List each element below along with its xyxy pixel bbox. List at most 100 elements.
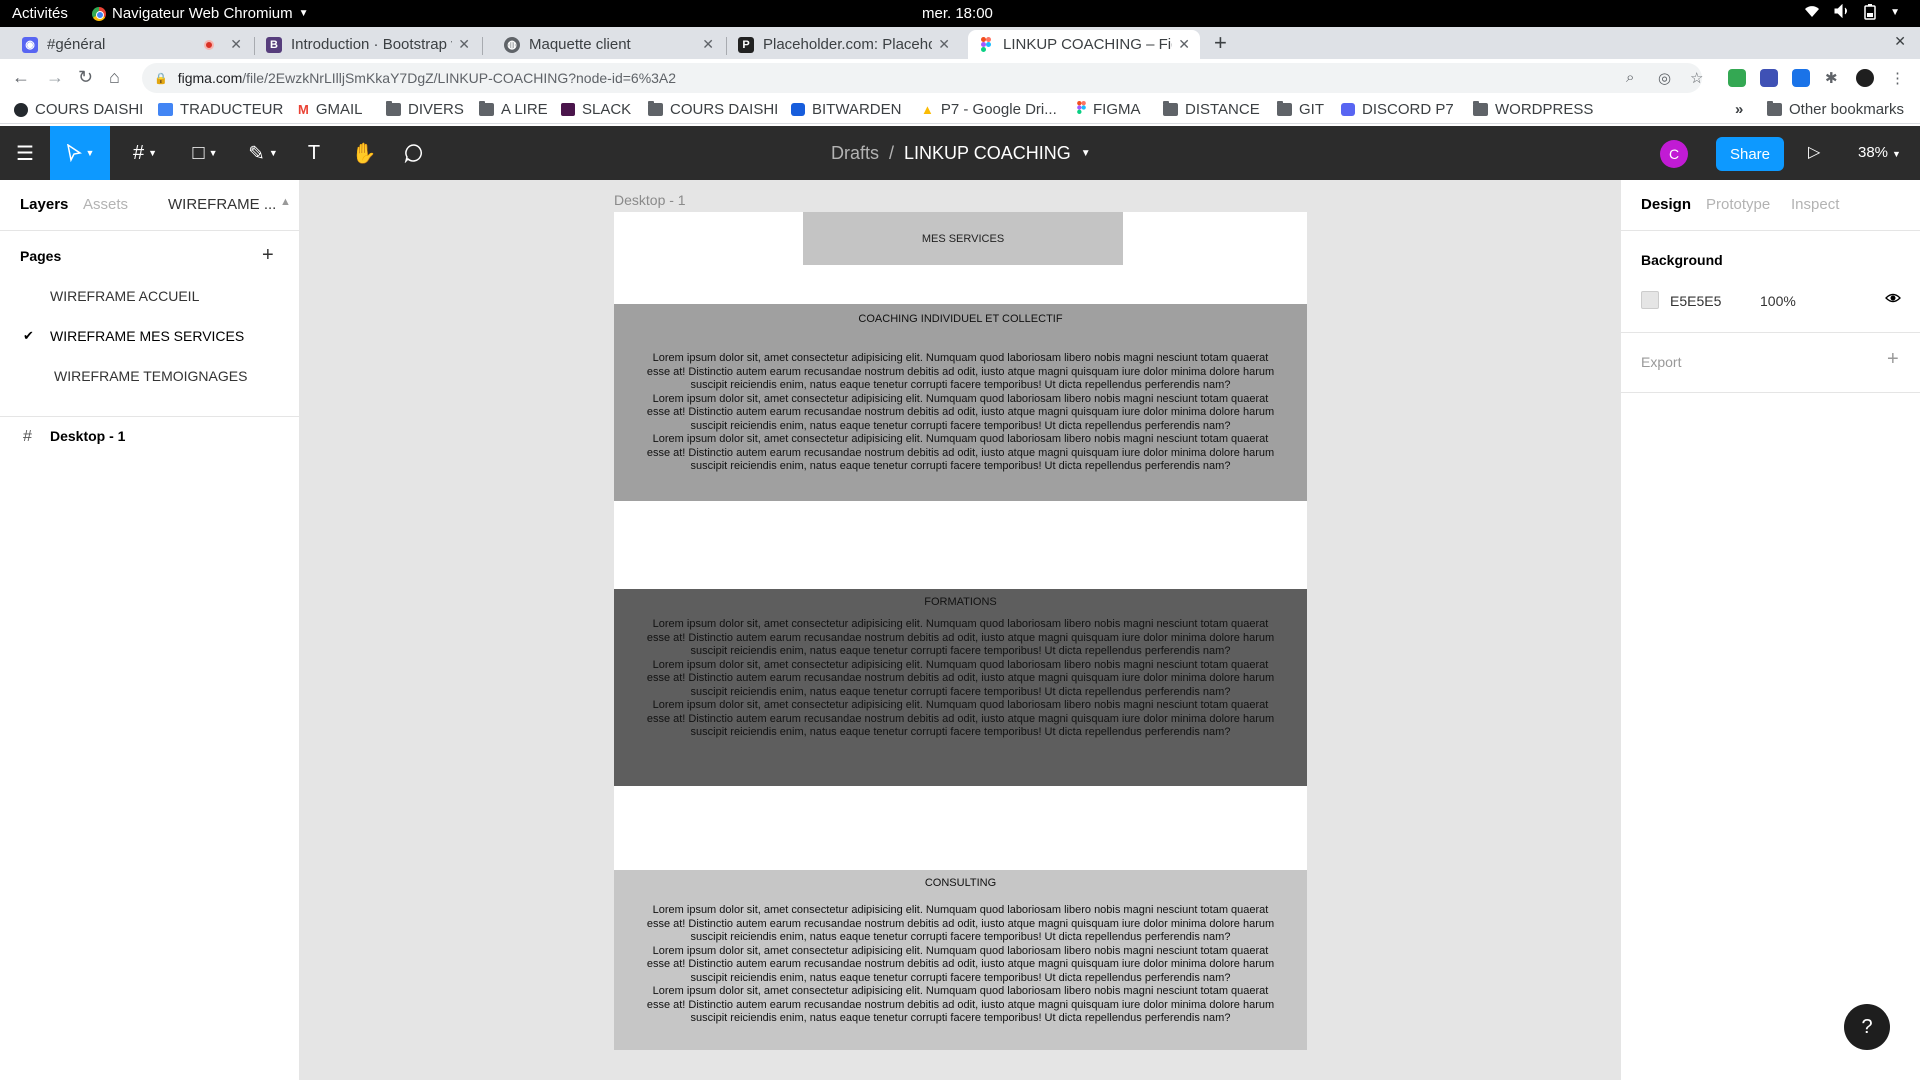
help-button[interactable]: ? [1844,1004,1890,1050]
tab-design[interactable]: Design [1641,196,1691,213]
close-icon[interactable]: ✕ [230,36,242,53]
chevron-down-icon[interactable]: ▼ [1081,148,1091,159]
avatar[interactable]: C [1660,140,1688,168]
frame-tool-icon[interactable]: # ▼ [120,126,170,180]
activities-button[interactable]: Activités [12,5,68,22]
share-button[interactable]: Share [1716,137,1784,171]
layer-desktop-1[interactable]: Desktop - 1 [50,428,125,444]
breadcrumb-drafts[interactable]: Drafts [831,143,879,164]
new-tab-icon[interactable]: + [1214,30,1227,56]
add-export-icon[interactable]: + [1887,348,1899,371]
pen-tool-icon[interactable]: ✎ ▼ [238,126,288,180]
folder-icon [1277,101,1292,116]
tab-figma-active[interactable]: LINKUP COACHING – Figma ✕ [968,30,1200,59]
text-tool-icon[interactable]: T [296,126,332,180]
reload-icon[interactable]: ↻ [78,67,93,88]
lorem-line: Lorem ipsum dolor sit, amet consectetur … [652,699,1269,711]
close-icon[interactable]: ✕ [702,36,714,53]
zoom-level[interactable]: 38% ▼ [1858,144,1901,161]
slack-icon [561,103,575,116]
frame-icon: # [23,428,32,445]
file-name[interactable]: LINKUP COACHING [904,143,1071,164]
background-color-swatch[interactable] [1641,291,1659,309]
comment-tool-icon[interactable] [396,126,432,180]
bookmark-slack[interactable]: SLACK [561,101,631,118]
main-menu-icon[interactable]: ☰ [0,126,50,180]
address-bar[interactable]: 🔒 figma.com /file/2EwzkNrLIlljSmKkaY7DgZ… [142,63,1702,93]
app-menu[interactable]: Navigateur Web Chromium ▼ [92,5,309,22]
mes-services-block[interactable]: MES SERVICES [803,212,1123,265]
shape-tool-icon[interactable]: □ ▼ [180,126,230,180]
lorem-line: Lorem ipsum dolor sit, amet consectetur … [652,658,1269,671]
zoom-icon[interactable]: ⌕ [1626,69,1634,86]
bookmark-figma[interactable]: FIGMA [1077,101,1141,118]
tab-inspect[interactable]: Inspect [1791,196,1839,213]
figma-icon [978,36,994,53]
canvas[interactable]: Desktop - 1 MES SERVICES COACHING INDIVI… [300,180,1620,1080]
back-icon[interactable]: ← [12,67,30,88]
extension-icon[interactable] [1728,69,1746,87]
profile-icon[interactable] [1856,69,1874,87]
close-icon[interactable]: ✕ [1178,36,1190,53]
bookmark-a-lire[interactable]: A LIRE [479,101,548,118]
page-item-temoignages[interactable]: WIREFRAME TEMOIGNAGES [54,368,247,384]
present-icon[interactable]: ▷ [1808,142,1820,162]
section-formations[interactable]: FORMATIONS Lorem ipsum dolor sit, amet c… [614,589,1307,786]
lorem-line: esse at! Distinctio autem earum recusand… [646,712,1275,725]
bookmark-distance[interactable]: DISTANCE [1163,101,1260,118]
extension-icon[interactable] [1760,69,1778,87]
breadcrumb-separator: / [889,143,895,163]
tab-assets[interactable]: Assets [83,196,128,213]
bookmark-cours-daishi-2[interactable]: COURS DAISHI [648,101,778,118]
hand-tool-icon[interactable]: ✋ [346,126,382,180]
chevron-up-icon[interactable]: ▲ [280,196,291,208]
bookmark-p7-drive[interactable]: ▲ P7 - Google Dri... [921,101,1057,118]
section-title: COACHING INDIVIDUEL ET COLLECTIF [858,313,1063,325]
section-consulting[interactable]: CONSULTING Lorem ipsum dolor sit, amet c… [614,870,1307,1050]
home-icon[interactable]: ⌂ [109,67,120,88]
bookmark-divers[interactable]: DIVERS [386,101,464,118]
tab-bootstrap[interactable]: B Introduction · Bootstrap v4 ✕ [256,30,480,59]
puzzle-icon[interactable]: ✱ [1825,69,1838,87]
lorem-line: suscipit reiciendis enim, natus eaque te… [690,419,1231,432]
tab-prototype[interactable]: Prototype [1706,196,1770,213]
other-bookmarks[interactable]: Other bookmarks [1767,101,1904,118]
bookmark-discord-p7[interactable]: DISCORD P7 [1341,101,1454,118]
bookmark-wordpress[interactable]: WORDPRESS [1473,101,1593,118]
chevron-down-icon[interactable]: ✕ [1894,33,1906,50]
frame-label[interactable]: Desktop - 1 [614,192,686,208]
eye-icon[interactable] [1885,290,1901,311]
kebab-menu-icon[interactable]: ⋮ [1890,69,1905,87]
page-item-accueil[interactable]: WIREFRAME ACCUEIL [50,288,199,304]
page-item-mes-services[interactable]: WIREFRAME MES SERVICES [50,328,244,344]
bookmark-git[interactable]: GIT [1277,101,1324,118]
tracking-off-icon[interactable]: ◎ [1658,69,1671,87]
forward-icon[interactable]: → [46,67,64,88]
extension-icon[interactable] [1792,69,1810,87]
bookmarks-overflow-icon[interactable]: » [1735,101,1743,118]
desktop-frame[interactable]: MES SERVICES COACHING INDIVIDUEL ET COLL… [614,212,1307,1050]
system-tray[interactable]: ▼ [1804,3,1900,23]
lock-icon: 🔒 [154,72,168,85]
bookmark-label: BITWARDEN [812,101,902,118]
bookmark-gmail[interactable]: M GMAIL [298,101,363,118]
tab-general[interactable]: ◉ #général ✕ [12,30,252,59]
tab-placeholder[interactable]: P Placeholder.com: Placeholder ✕ [728,30,960,59]
section-coaching[interactable]: COACHING INDIVIDUEL ET COLLECTIF Lorem i… [614,304,1307,501]
recording-icon [204,39,215,50]
tab-strip: ◉ #général ✕ B Introduction · Bootstrap … [0,27,1920,59]
move-tool-icon[interactable]: ▼ [50,126,110,180]
page-selector[interactable]: WIREFRAME ... [168,196,276,213]
close-icon[interactable]: ✕ [938,36,950,53]
bookmark-bitwarden[interactable]: BITWARDEN [791,101,901,118]
add-page-icon[interactable]: + [262,244,274,267]
bookmark-star-icon[interactable]: ☆ [1690,69,1703,87]
tab-maquette[interactable]: ◍ Maquette client ✕ [494,30,724,59]
bookmark-traducteur[interactable]: TRADUCTEUR [158,101,283,118]
tab-layers[interactable]: Layers [20,196,68,213]
clock[interactable]: mer. 18:00 [922,5,993,22]
bookmark-cours-daishi[interactable]: COURS DAISHI [14,101,143,118]
background-opacity-input[interactable]: 100% [1760,293,1796,309]
background-hex-input[interactable]: E5E5E5 [1670,293,1721,309]
close-icon[interactable]: ✕ [458,36,470,53]
